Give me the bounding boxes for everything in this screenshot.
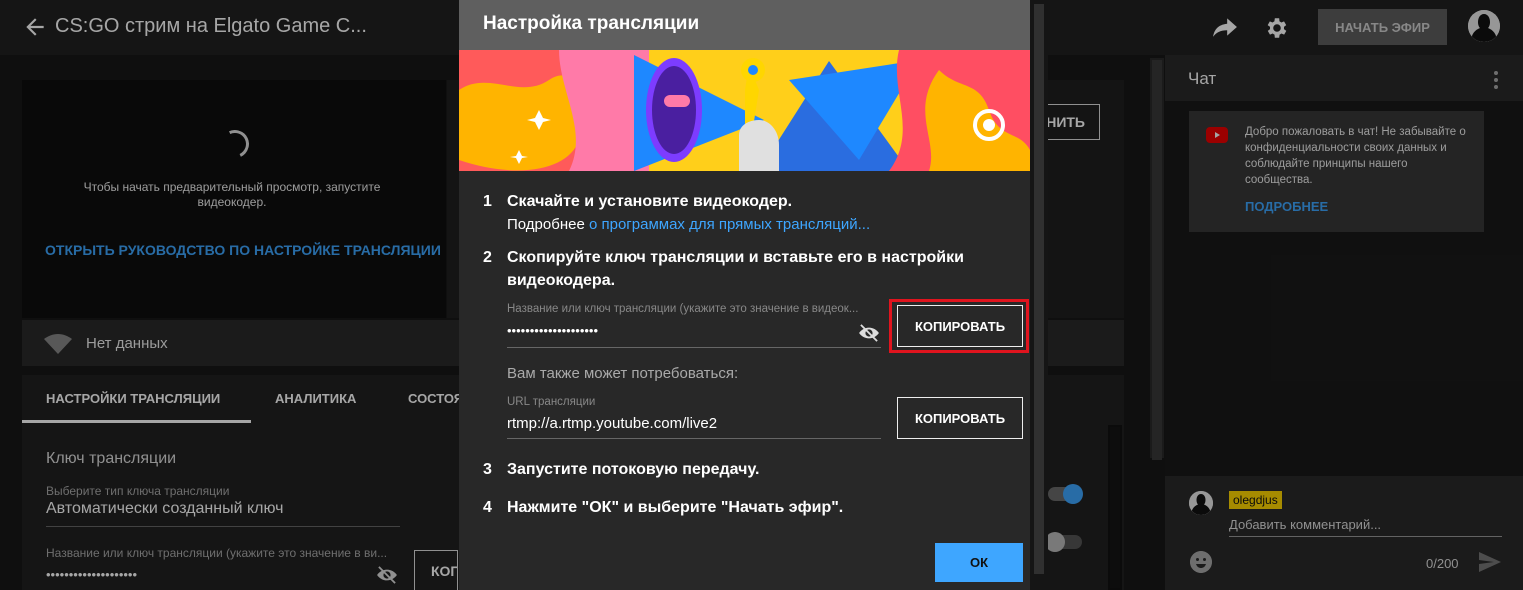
stream-url-label: URL трансляции	[507, 396, 596, 408]
step-text: Нажмите "ОК" и выберите "Начать эфир".	[507, 499, 844, 516]
hide-eye-icon[interactable]	[858, 324, 880, 342]
step-text: Запустите потоковую передачу.	[507, 461, 760, 478]
step-text: Скачайте и установите видеокодер.	[507, 193, 793, 210]
step1-more-prefix: Подробнее	[507, 216, 585, 233]
step-text: Скопируйте ключ трансляции и вставьте ег…	[507, 249, 964, 289]
copy-stream-url-button[interactable]: КОПИРОВАТЬ	[897, 397, 1023, 439]
streaming-software-link[interactable]: о программах для прямых трансляций...	[589, 216, 870, 233]
dialog-key-label: Название или ключ трансляции (укажите эт…	[507, 303, 859, 315]
ok-button[interactable]: ОК	[935, 543, 1023, 582]
highlight-box	[889, 299, 1029, 353]
dialog-key-underline	[507, 347, 881, 348]
setup-illustration	[459, 50, 1030, 171]
dialog-scrollbar-thumb[interactable]	[1034, 4, 1044, 574]
dialog-title: Настройка трансляции	[483, 13, 700, 34]
step-number: 2	[483, 249, 492, 266]
stream-url-field[interactable]: rtmp://a.rtmp.youtube.com/live2	[507, 415, 717, 432]
also-needed-text: Вам также может потребоваться:	[507, 365, 739, 382]
step1-more-info: Подробнее о программах для прямых трансл…	[507, 216, 870, 233]
dialog-key-field[interactable]: ••••••••••••••••••••	[507, 323, 598, 338]
illustration-graphic	[459, 50, 1030, 171]
step-number: 4	[483, 499, 492, 516]
stream-url-underline	[507, 438, 881, 439]
step-number: 1	[483, 193, 492, 210]
step-number: 3	[483, 461, 492, 478]
